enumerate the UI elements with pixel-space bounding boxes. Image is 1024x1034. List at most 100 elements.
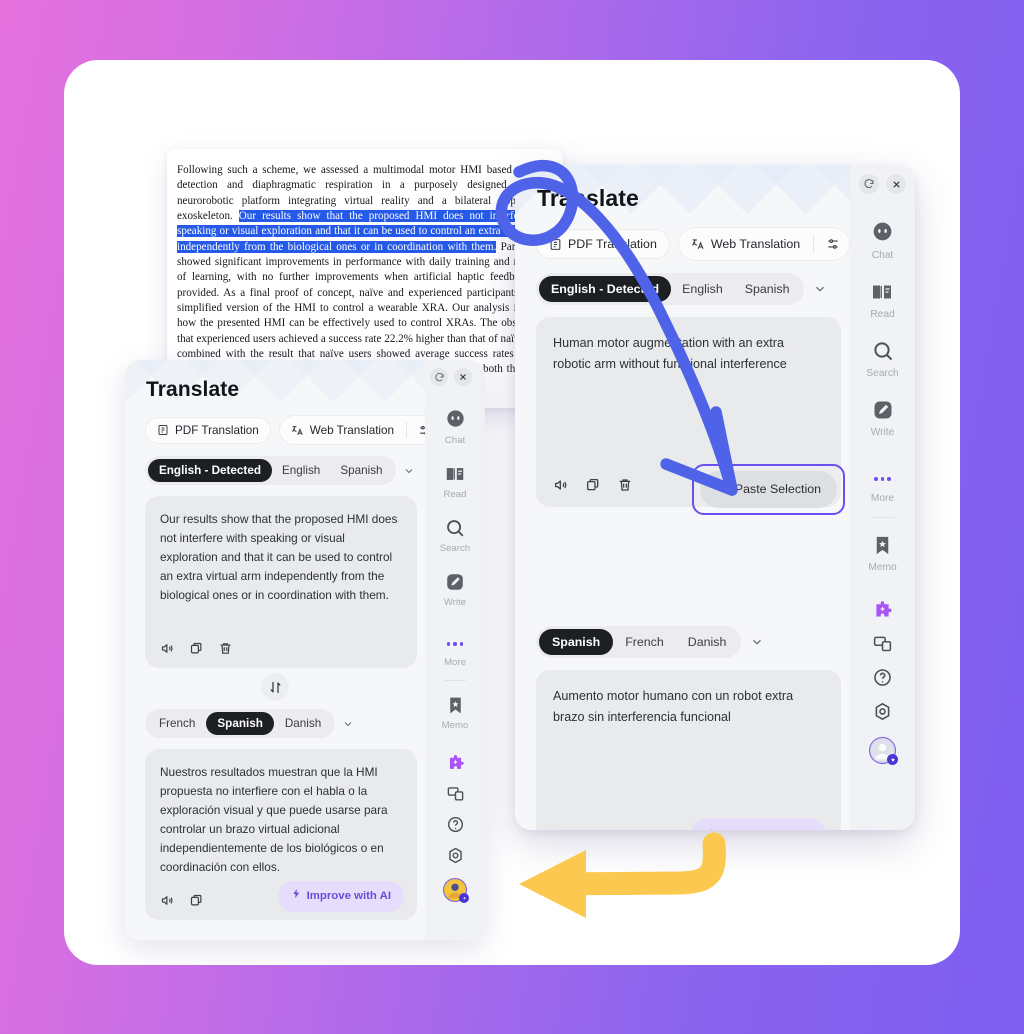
target-lang-chevron-down-icon[interactable]: [337, 713, 359, 735]
pill-divider: [813, 235, 815, 253]
speaker-icon[interactable]: [160, 893, 175, 908]
rail-label-search: Search: [439, 543, 471, 554]
swap-languages-button[interactable]: [261, 673, 289, 701]
rail-item-more[interactable]: More: [444, 634, 466, 668]
target-lang-chip-2[interactable]: Danish: [274, 712, 332, 735]
rail-item-memo[interactable]: Memo: [442, 695, 468, 731]
target-lang-chip-0[interactable]: Spanish: [539, 629, 614, 655]
rail-item-chat[interactable]: Chat: [870, 220, 895, 261]
book-icon: [870, 280, 894, 304]
rail-item-search[interactable]: Search: [440, 517, 470, 554]
refresh-icon[interactable]: [859, 174, 879, 194]
rail-item-read[interactable]: Read: [870, 280, 895, 320]
rail-item-write[interactable]: Write: [871, 398, 895, 438]
rail-item-help[interactable]: [872, 667, 893, 688]
close-icon[interactable]: [454, 368, 472, 386]
rail-item-extension[interactable]: [872, 599, 893, 620]
target-language-selector[interactable]: French Spanish Danish: [145, 709, 336, 738]
source-lang-chevron-down-icon[interactable]: [398, 460, 420, 482]
trash-icon[interactable]: [218, 641, 233, 656]
pdf-translation-label: PDF Translation: [175, 423, 259, 437]
pdf-translation-button[interactable]: PDF Translation: [536, 229, 670, 259]
rail-item-memo[interactable]: Memo: [868, 534, 897, 573]
target-language-selector[interactable]: Spanish French Danish: [536, 626, 742, 658]
source-text-area[interactable]: Human motor augmentation with an extra r…: [536, 317, 845, 515]
bookmark-star-icon: [445, 695, 466, 716]
front-panel-rail: Chat Read Search Write More Memo: [850, 165, 915, 830]
language-globe-icon: [691, 237, 705, 251]
avatar-badge: [887, 754, 898, 765]
clipboard-icon: [716, 479, 729, 500]
puzzle-sparkle-icon: [446, 753, 465, 772]
help-circle-icon: [872, 667, 893, 688]
source-lang-chip-0[interactable]: English - Detected: [539, 276, 672, 302]
target-text-area[interactable]: Aumento motor humano con un robot extra …: [536, 670, 841, 830]
source-lang-chevron-down-icon[interactable]: [807, 276, 833, 302]
devices-icon: [872, 633, 893, 654]
pill-divider: [406, 422, 408, 438]
rail-label-write: Write: [443, 597, 467, 608]
target-lang-chip-0[interactable]: French: [148, 712, 206, 735]
rail-item-read[interactable]: Read: [444, 463, 466, 500]
target-lang-chip-1[interactable]: Spanish: [206, 712, 274, 735]
source-lang-chip-2[interactable]: Spanish: [734, 276, 801, 302]
rail-item-write[interactable]: Write: [444, 571, 466, 608]
copy-icon[interactable]: [189, 893, 204, 908]
rail-label-search: Search: [866, 368, 899, 379]
improve-with-ai-label: Improve with AI: [306, 890, 391, 902]
target-lang-chip-2[interactable]: Danish: [676, 629, 739, 655]
source-lang-chip-1[interactable]: English: [671, 276, 734, 302]
rail-item-chat[interactable]: Chat: [444, 408, 467, 446]
web-translation-button[interactable]: Web Translation: [677, 227, 850, 261]
rail-item-devices[interactable]: [872, 633, 893, 654]
source-lang-chip-0[interactable]: English - Detected: [148, 459, 272, 482]
source-language-selector[interactable]: English - Detected English Spanish: [536, 273, 804, 305]
rail-item-settings[interactable]: [872, 701, 893, 722]
pdf-translation-button[interactable]: PDF Translation: [145, 416, 271, 444]
rail-item-more[interactable]: More: [871, 468, 894, 504]
target-lang-chevron-down-icon[interactable]: [744, 629, 770, 655]
web-translation-label: Web Translation: [309, 423, 395, 437]
source-lang-chip-2[interactable]: Spanish: [330, 459, 392, 482]
rail-item-avatar[interactable]: [443, 878, 469, 903]
sliders-icon[interactable]: [826, 237, 840, 251]
sliders-icon[interactable]: [418, 424, 425, 437]
paper-paragraph: Following such a scheme, we assessed a m…: [177, 163, 553, 393]
rail-item-extension[interactable]: [446, 753, 465, 772]
settings-hex-icon: [872, 701, 893, 722]
target-text-area[interactable]: Nuestros resultados muestran que la HMI …: [145, 749, 417, 920]
improve-with-ai-button[interactable]: Improve with AI: [689, 818, 827, 830]
copy-icon[interactable]: [189, 641, 204, 656]
speaker-icon[interactable]: [160, 641, 175, 656]
rail-item-avatar[interactable]: [869, 737, 898, 765]
improve-with-ai-button[interactable]: Improve with AI: [277, 881, 404, 912]
back-panel-rail: Chat Read Search Write More Memo: [425, 360, 485, 940]
rail-item-devices[interactable]: [446, 784, 465, 803]
rail-item-help[interactable]: [446, 815, 465, 834]
puzzle-sparkle-icon: [872, 599, 893, 620]
rail-label-chat: Chat: [871, 250, 894, 261]
web-translation-button[interactable]: Web Translation: [278, 415, 425, 445]
copy-icon[interactable]: [585, 477, 601, 493]
search-icon: [871, 339, 895, 363]
pencil-square-icon: [444, 571, 466, 593]
source-lang-chip-1[interactable]: English: [272, 459, 330, 482]
paste-selection-label: Paste Selection: [734, 482, 821, 496]
book-icon: [444, 463, 466, 485]
target-lang-chip-1[interactable]: French: [613, 629, 676, 655]
source-language-selector[interactable]: English - Detected English Spanish: [145, 456, 396, 485]
rail-item-settings[interactable]: [446, 846, 465, 865]
refresh-icon[interactable]: [430, 368, 448, 386]
pdf-file-icon: [549, 238, 562, 251]
trash-icon[interactable]: [617, 477, 633, 493]
rail-label-more: More: [870, 493, 895, 504]
paste-selection-highlight: Paste Selection: [691, 464, 845, 515]
rail-item-search[interactable]: Search: [866, 339, 899, 379]
speaker-icon[interactable]: [553, 477, 569, 493]
rail-label-read: Read: [870, 309, 895, 320]
paste-selection-button[interactable]: Paste Selection: [699, 471, 837, 508]
panel-title: Translate: [537, 185, 639, 211]
close-icon[interactable]: [886, 174, 906, 194]
source-text-area[interactable]: Our results show that the proposed HMI d…: [145, 496, 417, 668]
avatar: [443, 878, 469, 903]
